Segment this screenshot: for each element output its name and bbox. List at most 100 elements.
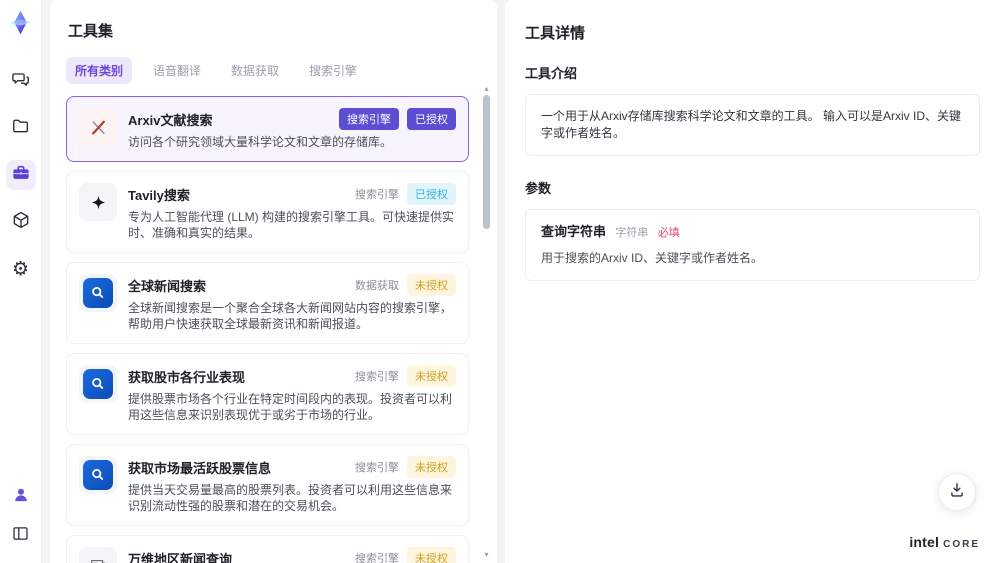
category-tab[interactable]: 语音翻译 (144, 57, 210, 84)
tool-description: 专为人工智能代理 (LLM) 构建的搜索引擎工具。可快速提供实时、准确和真实的结… (128, 210, 455, 240)
param-header: 查询字符串 字符串 必填 (541, 223, 964, 242)
tool-card[interactable]: 获取市场最活跃股票信息 搜索引擎 未授权提供当天交易量最高的股票列表。投资者可以利用… (66, 444, 469, 526)
detail-title: 工具详情 (525, 25, 586, 42)
scroll-down-icon[interactable]: ▾ (481, 550, 492, 559)
sidebar-item-account[interactable] (6, 482, 36, 512)
tool-badges: 搜索引擎 已授权 (355, 183, 456, 205)
tool-badges: 搜索引擎 未授权 (355, 456, 456, 478)
gear-icon: ⚙ (11, 258, 30, 280)
tool-card[interactable]: 全球新闻搜索 数据获取 未授权全球新闻搜索是一个聚合全球各大新闻网站内容的搜索引擎，… (66, 262, 469, 344)
param-description: 用于搜索的Arxiv ID、关键字或作者姓名。 (541, 251, 764, 265)
news-search-icon (79, 365, 117, 403)
news-search-icon (79, 274, 117, 312)
tool-card-body: Arxiv文献搜索 搜索引擎 已授权 访问各个研究领域大量科学论文和文章的存储库。 (128, 108, 456, 150)
page-title: 工具集 (68, 23, 114, 40)
sidebar-item-files[interactable] (6, 113, 36, 143)
tool-card-header: 获取股市各行业表现 搜索引擎 未授权 (128, 365, 456, 387)
tool-description: 提供当天交易量最高的股票列表。投资者可以利用这些信息来识别流动性强的股票和潜在的… (128, 483, 453, 513)
category-tab[interactable]: 搜索引擎 (300, 57, 366, 84)
sidebar-item-chat[interactable] (6, 66, 36, 96)
tool-title: Tavily搜索 (128, 188, 190, 203)
sidebar-item-packages[interactable] (6, 207, 36, 237)
category-badge: 搜索引擎 (355, 189, 399, 201)
scrollbar-thumb[interactable] (483, 95, 490, 229)
category-badge: 搜索引擎 (355, 553, 399, 563)
tool-description: 提供股票市场各个行业在特定时间段内的表现。投资者可以利用这些信息来识别表现优于或… (128, 392, 453, 422)
sidebar-bottom (6, 482, 36, 551)
folder-icon (11, 116, 31, 141)
tool-card-header: Arxiv文献搜索 搜索引擎 已授权 (128, 108, 456, 130)
download-icon (948, 481, 966, 504)
auth-badge: 未授权 (407, 456, 456, 478)
panel-collapse-icon (11, 524, 30, 548)
sidebar-item-tools[interactable] (5, 160, 36, 190)
tool-card[interactable]: 万维地区新闻查询搜索引擎未授权查询具体行政区划内的新闻，快速了解各地新闻动 (66, 535, 469, 563)
tool-title: 获取市场最活跃股票信息 (128, 461, 272, 476)
tool-card[interactable]: Arxiv文献搜索 搜索引擎 已授权 访问各个研究领域大量科学论文和文章的存储库。 (66, 96, 469, 162)
category-badge: 搜索引擎 (355, 462, 399, 474)
auth-badge: 未授权 (407, 547, 456, 563)
chat-icon (11, 69, 31, 94)
category-tabs: 所有类别 语音翻译 数据获取 搜索引擎 (66, 57, 497, 84)
auth-badge: 未授权 (407, 274, 456, 296)
tool-card-header: 万维地区新闻查询 搜索引擎 未授权 (128, 547, 456, 563)
category-badge: 数据获取 (355, 280, 399, 292)
tool-card[interactable]: Tavily搜索 搜索引擎 已授权专为人工智能代理 (LLM) 构建的搜索引擎工具。… (66, 171, 469, 253)
intel-core-logo: intel CORE (909, 534, 980, 550)
tool-card-body: 获取市场最活跃股票信息 搜索引擎 未授权提供当天交易量最高的股票列表。投资者可以利用… (128, 456, 456, 514)
tool-card-body: Tavily搜索 搜索引擎 已授权专为人工智能代理 (LLM) 构建的搜索引擎工具。… (128, 183, 456, 241)
tool-card[interactable]: 获取股市各行业表现 搜索引擎 未授权提供股票市场各个行业在特定时间段内的表现。投资者… (66, 353, 469, 435)
download-button[interactable] (938, 473, 976, 511)
sidebar-rail: ⚙ (0, 0, 42, 563)
intel-wordmark: intel (909, 534, 940, 550)
intro-box: 一个用于从Arxiv存储库搜索科学论文和文章的工具。 输入可以是Arxiv ID… (525, 94, 980, 156)
cube-icon (11, 210, 31, 235)
param-required-badge: 必填 (657, 227, 680, 239)
app-logo-icon[interactable] (7, 9, 34, 36)
tool-card-header: 获取市场最活跃股票信息 搜索引擎 未授权 (128, 456, 456, 478)
params-heading: 参数 (525, 181, 552, 196)
category-tab[interactable]: 所有类别 (66, 57, 133, 84)
tool-title: Arxiv文献搜索 (128, 113, 213, 128)
tool-title: 万维地区新闻查询 (128, 552, 233, 563)
tool-badges: 搜索引擎 未授权 (355, 365, 456, 387)
tool-title: 获取股市各行业表现 (128, 370, 246, 385)
tool-badges: 搜索引擎 未授权 (355, 547, 456, 563)
category-badge: 搜索引擎 (339, 108, 399, 130)
tool-card-body: 获取股市各行业表现 搜索引擎 未授权提供股票市场各个行业在特定时间段内的表现。投资者… (128, 365, 456, 423)
category-tab[interactable]: 数据获取 (222, 57, 288, 84)
tool-list: Arxiv文献搜索 搜索引擎 已授权 访问各个研究领域大量科学论文和文章的存储库。 Ta… (66, 96, 497, 563)
category-badge: 搜索引擎 (355, 371, 399, 383)
newspaper-icon (79, 547, 117, 563)
tool-card-header: 全球新闻搜索 数据获取 未授权 (128, 274, 456, 296)
tool-badges: 搜索引擎 已授权 (339, 108, 456, 130)
tool-description: 访问各个研究领域大量科学论文和文章的存储库。 (128, 135, 393, 149)
sidebar-nav: ⚙ (5, 66, 36, 284)
tool-card-header: Tavily搜索 搜索引擎 已授权 (128, 183, 456, 205)
auth-badge: 已授权 (407, 183, 456, 205)
tool-card-body: 全球新闻搜索 数据获取 未授权全球新闻搜索是一个聚合全球各大新闻网站内容的搜索引擎，… (128, 274, 456, 332)
arxiv-logo-icon (79, 108, 117, 146)
tool-detail-panel: 工具详情 工具介绍 一个用于从Arxiv存储库搜索科学论文和文章的工具。 输入可… (505, 0, 1000, 563)
param-name: 查询字符串 (541, 224, 607, 239)
auth-badge: 已授权 (407, 108, 456, 130)
tools-panel: 工具集 所有类别 语音翻译 数据获取 搜索引擎 Arxiv文献搜索 搜索引擎 已授权 访问各… (50, 0, 497, 563)
sidebar-item-collapse[interactable] (6, 521, 36, 551)
briefcase-icon (11, 163, 31, 188)
tool-card-body: 万维地区新闻查询搜索引擎未授权查询具体行政区划内的新闻，快速了解各地新闻动 (128, 547, 456, 563)
sidebar-item-settings[interactable]: ⚙ (6, 254, 36, 284)
scrollbar[interactable]: ▴ ▾ (481, 84, 492, 559)
tool-description: 全球新闻搜索是一个聚合全球各大新闻网站内容的搜索引擎，帮助用户快速获取全球最新资… (128, 301, 453, 331)
tavily-star-icon (79, 183, 117, 221)
scroll-up-icon[interactable]: ▴ (481, 84, 492, 93)
param-box: 查询字符串 字符串 必填 用于搜索的Arxiv ID、关键字或作者姓名。 (525, 209, 980, 281)
tool-badges: 数据获取 未授权 (355, 274, 456, 296)
auth-badge: 未授权 (407, 365, 456, 387)
news-search-icon (79, 456, 117, 494)
app-window: ⚙ 工具集 所有类别 语音翻译 数据获取 搜索引擎 Arxiv文献搜索 搜索引擎… (0, 0, 1000, 563)
user-icon (11, 485, 31, 510)
param-type: 字符串 (615, 227, 649, 239)
tool-title: 全球新闻搜索 (128, 279, 207, 294)
intro-heading: 工具介绍 (525, 66, 578, 81)
core-wordmark: CORE (943, 539, 980, 550)
